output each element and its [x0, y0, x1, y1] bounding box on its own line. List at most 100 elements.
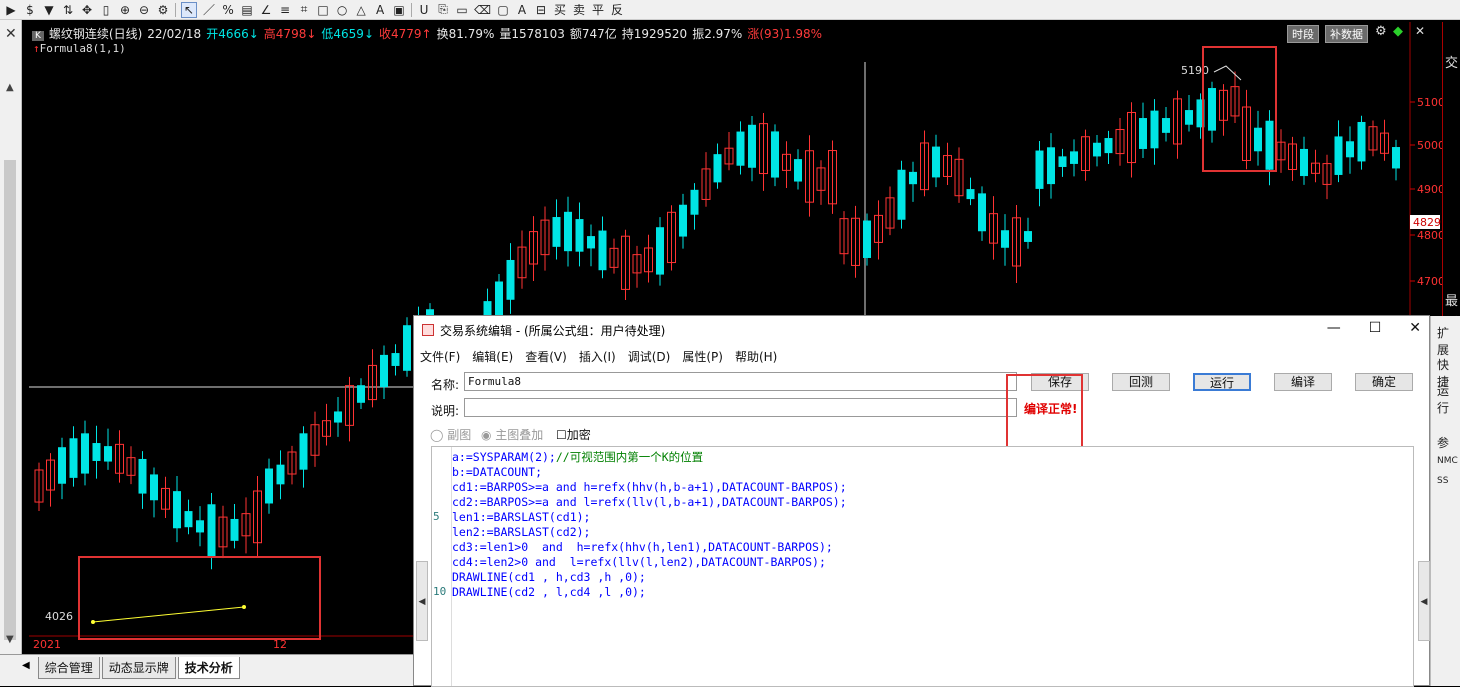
name-field[interactable]: Formula8 [464, 372, 1017, 391]
menu-item[interactable]: 编辑(E) [472, 348, 513, 365]
toolbar-tool-icon[interactable]: ↖ [181, 1, 198, 18]
quote-stat: 低4659↓ [321, 27, 375, 41]
toolbar-tool-icon[interactable]: ⌫ [474, 3, 491, 17]
backtest-button[interactable]: 回测 [1112, 373, 1170, 391]
toolbar-tool-icon[interactable]: ⊕ [118, 3, 132, 17]
toolbar-tool-icon[interactable]: ⌗ [297, 2, 311, 17]
close-button[interactable]: ✕ [1409, 320, 1421, 336]
period-button[interactable]: 时段 [1287, 25, 1319, 43]
toolbar-tool-icon[interactable]: % [221, 3, 235, 17]
candle-down [978, 193, 986, 232]
close-icon[interactable]: ✕ [5, 26, 17, 42]
code-editor[interactable]: 5 10 a:=SYSPARAM(2);//可视范围内第一个K的位置 b:=DAT… [431, 446, 1414, 687]
toolbar-tool-icon[interactable]: ⇅ [61, 3, 75, 17]
toolbar-tool-icon[interactable]: ⊖ [137, 3, 151, 17]
toolbar-tool-icon[interactable]: ▭ [455, 3, 469, 17]
trade-button[interactable]: 卖 [572, 1, 586, 18]
toolbar-tool-icon[interactable]: ／ [202, 1, 216, 18]
editor-left-collapse[interactable]: ◀ [416, 561, 428, 641]
trade-button[interactable]: 反 [610, 1, 624, 18]
menu-item[interactable]: 查看(V) [525, 348, 567, 365]
trade-button[interactable]: 买 [553, 1, 567, 18]
tab-item[interactable]: 动态显示牌 [101, 657, 176, 679]
menu-item[interactable]: 插入(I) [579, 348, 616, 365]
run-button[interactable]: 运行 [1193, 373, 1251, 391]
menu-item[interactable]: 属性(P) [682, 348, 723, 365]
candle-down [1093, 142, 1101, 157]
toolbar-tool-icon[interactable]: ≡ [278, 3, 292, 17]
candle-down [173, 491, 181, 529]
candle-down [276, 464, 285, 485]
scroll-down-icon[interactable]: ▼ [6, 634, 14, 645]
toolbar-tool-icon[interactable]: ▤ [240, 3, 254, 17]
radio-main[interactable]: ◉ 主图叠加 [481, 426, 543, 443]
toolbar-tool-icon[interactable]: ▣ [392, 3, 406, 17]
code-line: cd4:=len2>0 and l=refx(llv(l,len2),DATAC… [452, 555, 826, 569]
toolbar-tool-icon[interactable]: ✥ [80, 3, 94, 17]
candle-down [1070, 151, 1078, 164]
toolbar-tool-icon[interactable]: ▶ [4, 3, 18, 17]
dialog-menubar: 文件(F) 编辑(E) 查看(V) 插入(I) 调试(D) 属性(P) 帮助(H) [420, 348, 777, 365]
menu-item[interactable]: 文件(F) [420, 348, 460, 365]
right-info-panel: 交最近 [1442, 22, 1460, 331]
diamond-icon[interactable]: ◆ [1393, 24, 1403, 39]
quote-stat: 换81.79% [436, 27, 495, 41]
toolbar-tool-icon[interactable]: ⎘ [436, 2, 450, 17]
toolbar-tool-icon[interactable]: ⊟ [534, 3, 548, 17]
kline-badge: K [32, 31, 44, 41]
candle-down [334, 411, 342, 423]
compile-button[interactable]: 编译 [1274, 373, 1332, 391]
editor-right-collapse[interactable]: ◀ [1418, 561, 1430, 641]
candle-down [713, 154, 722, 183]
candle-down [230, 518, 239, 541]
toolbar-tool-icon[interactable]: U [417, 3, 431, 17]
tab-item[interactable]: 技术分析 [177, 657, 240, 679]
gear-icon[interactable]: ⚙ [1375, 24, 1387, 39]
candle-down [380, 354, 388, 388]
candle-down [1035, 150, 1044, 189]
toolbar-tool-icon[interactable]: ▢ [496, 3, 510, 17]
toolbar-tool-icon[interactable]: △ [354, 3, 368, 17]
scrollbar-thumb[interactable] [4, 160, 16, 640]
scroll-up-icon[interactable]: ▲ [6, 82, 14, 93]
side-label: SS [1437, 476, 1449, 486]
toolbar-tool-icon[interactable]: A [373, 3, 387, 17]
trade-button[interactable]: 平 [591, 1, 605, 18]
toolbar-tool-icon[interactable]: □ [316, 3, 330, 17]
candle-down [403, 325, 411, 371]
side-label: 扩展 [1437, 326, 1450, 357]
candle-down [1104, 138, 1113, 154]
maximize-button[interactable]: ☐ [1369, 320, 1382, 336]
candle-down [1346, 141, 1354, 158]
tab-item[interactable]: 综合管理 [37, 657, 100, 679]
supplement-data-button[interactable]: 补数据 [1325, 25, 1368, 43]
candle-down [587, 236, 595, 249]
candle-down [932, 146, 940, 178]
toolbar-tool-icon[interactable]: A [515, 3, 529, 17]
toolbar-tool-icon[interactable]: ⚙ [156, 3, 170, 17]
toolbar-tool-icon[interactable]: ∠ [259, 3, 273, 17]
desc-field[interactable] [464, 398, 1017, 417]
radio-sub[interactable]: ◯ 副图 [430, 426, 471, 443]
candle-down [138, 458, 147, 494]
toolbar-tool-icon[interactable]: ○ [335, 3, 349, 17]
radio-sub-label: 副图 [447, 428, 472, 442]
minimize-button[interactable]: — [1327, 320, 1341, 336]
tab-scroll-left-icon[interactable]: ◀ [22, 660, 30, 671]
line-number: 5 [433, 510, 440, 523]
toolbar-tool-icon[interactable]: ▯ [99, 3, 113, 17]
menu-item[interactable]: 帮助(H) [735, 348, 777, 365]
encrypt-checkbox[interactable]: ☐加密 [556, 426, 591, 443]
toolbar-tool-icon[interactable]: ▼ [42, 3, 56, 17]
y-tick-label: 5000 [1417, 139, 1442, 152]
toolbar-tool-icon[interactable]: $ [23, 3, 37, 17]
candle-down [196, 520, 204, 533]
ok-button[interactable]: 确定 [1355, 373, 1413, 391]
menu-item[interactable]: 调试(D) [628, 348, 671, 365]
dialog-title: 交易系统编辑 - (所属公式组：用户待处理) [440, 323, 666, 338]
candle-down [207, 504, 216, 558]
dialog-titlebar: 交易系统编辑 - (所属公式组：用户待处理) [414, 316, 1429, 344]
close-chart-icon[interactable]: ✕ [1415, 24, 1425, 38]
candle-down [391, 353, 400, 366]
line-gutter: 5 10 [432, 447, 452, 686]
